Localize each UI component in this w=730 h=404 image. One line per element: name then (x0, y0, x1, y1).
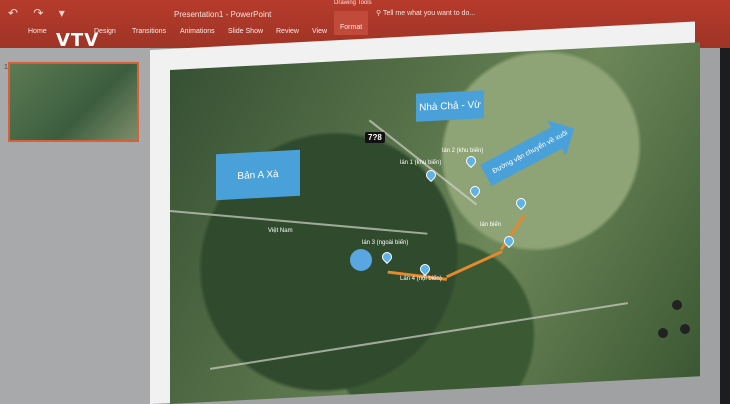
map-control-icon[interactable] (658, 328, 668, 338)
map-road (170, 210, 428, 235)
map-label: lán 3 (ngoài biến) (362, 240, 409, 246)
map-label: lán 2 (khu biến) (442, 148, 484, 154)
tell-me-text: Tell me what you want to do... (382, 10, 476, 17)
route-line (500, 214, 526, 251)
contextual-group-label: Drawing Tools (334, 0, 372, 6)
map-label: Việt Nam (268, 228, 293, 234)
tab-transitions[interactable]: Transitions (132, 28, 166, 35)
quick-access-toolbar[interactable]: ↶ ↷ ▾ (8, 6, 71, 20)
map-control-icon[interactable] (680, 324, 690, 334)
map-label: Lán 4 (nội biến) (400, 276, 442, 282)
map-label: lán 1 (khu biến) (400, 160, 442, 166)
tab-review[interactable]: Review (276, 28, 299, 35)
tell-me-search[interactable]: ⚲ Tell me what you want to do... (376, 9, 475, 17)
tab-slide-show[interactable]: Slide Show (228, 28, 263, 35)
map-road (210, 302, 628, 370)
tab-view[interactable]: View (312, 28, 327, 35)
map-control-icon[interactable] (672, 300, 682, 310)
tab-animations[interactable]: Animations (180, 28, 215, 35)
slide-thumbnail[interactable] (8, 62, 139, 142)
location-circle[interactable] (350, 249, 372, 271)
map-badge: 7?8 (365, 132, 385, 143)
route-line (446, 250, 503, 279)
window-title: Presentation1 - PowerPoint (174, 10, 272, 19)
label-box-nha-cha-vu[interactable]: Nhà Chả - Vừ (416, 90, 484, 122)
map-label: lán biến (480, 222, 502, 228)
tab-format[interactable]: Format (334, 11, 369, 35)
tab-home[interactable]: Home (28, 28, 47, 35)
label-box-ban-a-xa[interactable]: Bản A Xà (216, 149, 300, 201)
